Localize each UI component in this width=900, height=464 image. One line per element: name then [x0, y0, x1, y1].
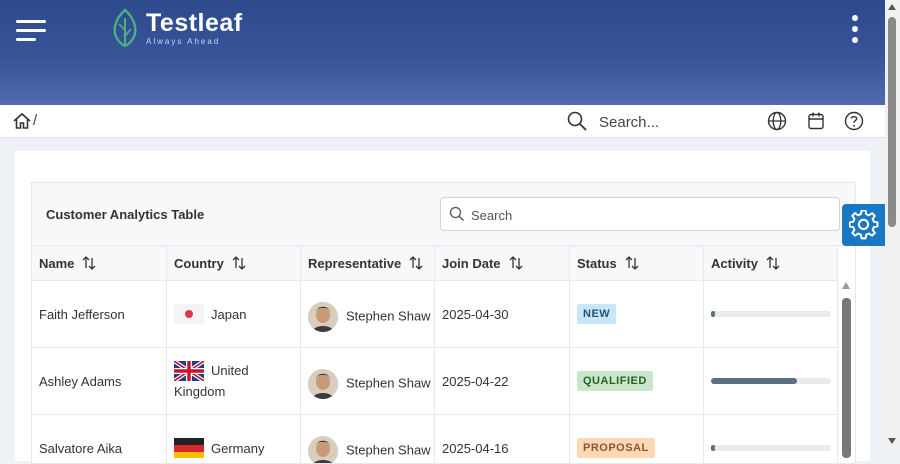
- uk-flag-icon: [174, 361, 204, 382]
- representative-name: Stephen Shaw: [346, 308, 431, 324]
- cell-representative: Stephen Shaw: [301, 281, 435, 347]
- country-label: Japan: [211, 306, 247, 322]
- activity-bar: [711, 378, 831, 384]
- table-title: Customer Analytics Table: [46, 207, 205, 222]
- column-header-status[interactable]: Status: [570, 246, 704, 280]
- breadcrumb-separator: /: [33, 112, 38, 129]
- column-label: Name: [39, 255, 75, 271]
- globe-icon[interactable]: [766, 110, 788, 132]
- table-search-input[interactable]: [469, 203, 833, 227]
- calendar-icon[interactable]: [805, 110, 827, 132]
- japan-flag-icon: [174, 304, 204, 324]
- cell-representative: Stephen Shaw: [301, 415, 435, 463]
- gear-icon: [849, 210, 879, 240]
- activity-bar: [711, 311, 831, 317]
- customer-analytics-table: Customer Analytics Table Name Country Re…: [31, 182, 856, 464]
- column-label: Country: [174, 255, 224, 271]
- avatar: [308, 369, 338, 399]
- table-scrollbar[interactable]: [842, 282, 851, 458]
- search-icon[interactable]: [566, 110, 588, 132]
- page-scrollbar[interactable]: [885, 0, 900, 450]
- representative-name: Stephen Shaw: [346, 375, 431, 391]
- activity-bar: [711, 445, 831, 451]
- table-row[interactable]: Faith Jefferson Japan Stephen Shaw 2025-…: [32, 281, 838, 348]
- country-label: Germany: [211, 440, 265, 456]
- table-caption: Customer Analytics Table: [32, 183, 855, 246]
- activity-bar-fill: [711, 378, 798, 384]
- cell-status: NEW: [570, 281, 704, 347]
- cell-country: Japan: [167, 281, 301, 347]
- brand-name: Testleaf: [146, 9, 243, 37]
- scroll-up-arrow-icon[interactable]: [842, 282, 850, 289]
- cell-name: Salvatore Aika: [32, 415, 167, 463]
- cell-status: QUALIFIED: [570, 348, 704, 414]
- home-icon[interactable]: [12, 111, 32, 131]
- germany-flag-icon: [174, 438, 204, 458]
- sort-icon: [766, 256, 780, 270]
- column-header-name[interactable]: Name: [32, 246, 167, 280]
- cell-activity: [704, 348, 838, 414]
- status-badge: QUALIFIED: [577, 371, 653, 391]
- column-header-representative[interactable]: Representative: [301, 246, 435, 280]
- avatar: [308, 436, 338, 463]
- app-header: Testleaf Always Ahead: [0, 0, 885, 105]
- cell-join-date: 2025-04-22: [435, 348, 570, 414]
- sort-icon: [625, 256, 639, 270]
- brand-tagline: Always Ahead: [146, 37, 221, 46]
- cell-country: Germany: [167, 415, 301, 463]
- scrollbar-thumb[interactable]: [888, 17, 896, 227]
- hamburger-menu-icon[interactable]: [16, 20, 46, 42]
- testleaf-logo[interactable]: Testleaf Always Ahead: [110, 8, 243, 50]
- cell-activity: [704, 415, 838, 463]
- scroll-up-arrow-icon[interactable]: [888, 4, 896, 10]
- table-row[interactable]: Ashley Adams United Kingdom Stephen Shaw…: [32, 348, 838, 415]
- avatar: [308, 302, 338, 332]
- sort-icon: [409, 256, 423, 270]
- leaf-logo-icon: [113, 8, 137, 48]
- table-search-box[interactable]: [440, 197, 840, 231]
- help-icon[interactable]: [843, 110, 865, 132]
- cell-activity: [704, 281, 838, 347]
- column-header-country[interactable]: Country: [167, 246, 301, 280]
- settings-button[interactable]: [842, 204, 885, 246]
- cell-representative: Stephen Shaw: [301, 348, 435, 414]
- more-options-icon[interactable]: [850, 15, 860, 47]
- status-badge: PROPOSAL: [577, 438, 655, 458]
- top-toolbar: /: [0, 105, 885, 138]
- column-header-activity[interactable]: Activity: [704, 246, 838, 280]
- cell-join-date: 2025-04-30: [435, 281, 570, 347]
- sort-icon: [82, 256, 96, 270]
- sort-icon: [509, 256, 522, 270]
- cell-country: United Kingdom: [167, 348, 301, 414]
- table-row[interactable]: Salvatore Aika Germany Stephen Shaw 2025…: [32, 415, 838, 463]
- column-header-join-date[interactable]: Join Date: [435, 246, 570, 280]
- scroll-down-arrow-icon[interactable]: [888, 438, 896, 444]
- column-label: Representative: [308, 255, 402, 271]
- status-badge: NEW: [577, 304, 617, 324]
- column-label: Status: [577, 255, 617, 271]
- cell-name: Faith Jefferson: [32, 281, 167, 347]
- table-header: Name Country Representative Join Date St…: [32, 246, 838, 281]
- cell-status: PROPOSAL: [570, 415, 704, 463]
- column-label: Join Date: [442, 255, 501, 271]
- search-icon: [449, 206, 464, 221]
- column-label: Activity: [711, 255, 758, 271]
- scrollbar-thumb[interactable]: [842, 298, 851, 458]
- sort-icon: [232, 256, 246, 270]
- cell-name: Ashley Adams: [32, 348, 167, 414]
- activity-bar-fill: [711, 311, 715, 317]
- cell-join-date: 2025-04-16: [435, 415, 570, 463]
- global-search-input[interactable]: [595, 111, 763, 133]
- activity-bar-fill: [711, 445, 715, 451]
